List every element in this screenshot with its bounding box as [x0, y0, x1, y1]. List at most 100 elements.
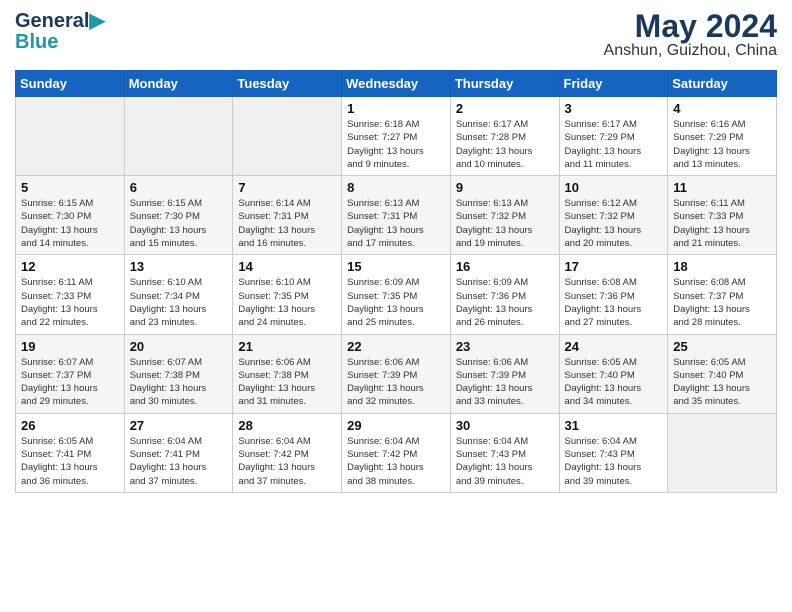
day-number: 9	[456, 180, 554, 195]
col-friday: Friday	[559, 71, 668, 97]
table-row	[16, 97, 125, 176]
col-wednesday: Wednesday	[342, 71, 451, 97]
table-row	[233, 97, 342, 176]
day-number: 21	[238, 339, 336, 354]
page: General▶ Blue May 2024 Anshun, Guizhou, …	[0, 0, 792, 508]
day-number: 24	[565, 339, 663, 354]
table-row: 25 Sunrise: 6:05 AMSunset: 7:40 PMDayligh…	[668, 334, 777, 413]
title-block: May 2024 Anshun, Guizhou, China	[604, 10, 777, 60]
table-row: 29 Sunrise: 6:04 AMSunset: 7:42 PMDayligh…	[342, 413, 451, 492]
table-row: 2 Sunrise: 6:17 AMSunset: 7:28 PMDaylight…	[450, 97, 559, 176]
day-number: 30	[456, 418, 554, 433]
calendar-week-row: 1 Sunrise: 6:18 AMSunset: 7:27 PMDaylight…	[16, 97, 777, 176]
col-saturday: Saturday	[668, 71, 777, 97]
day-info: Sunrise: 6:07 AMSunset: 7:37 PMDaylight:…	[21, 356, 119, 409]
day-info: Sunrise: 6:16 AMSunset: 7:29 PMDaylight:…	[673, 118, 771, 171]
table-row: 10 Sunrise: 6:12 AMSunset: 7:32 PMDayligh…	[559, 176, 668, 255]
day-info: Sunrise: 6:18 AMSunset: 7:27 PMDaylight:…	[347, 118, 445, 171]
day-info: Sunrise: 6:06 AMSunset: 7:39 PMDaylight:…	[347, 356, 445, 409]
day-info: Sunrise: 6:08 AMSunset: 7:36 PMDaylight:…	[565, 276, 663, 329]
table-row: 18 Sunrise: 6:08 AMSunset: 7:37 PMDayligh…	[668, 255, 777, 334]
day-number: 23	[456, 339, 554, 354]
day-info: Sunrise: 6:11 AMSunset: 7:33 PMDaylight:…	[21, 276, 119, 329]
table-row: 13Sunrise: 6:10 AMSunset: 7:34 PMDayligh…	[124, 255, 233, 334]
day-info: Sunrise: 6:06 AMSunset: 7:38 PMDaylight:…	[238, 356, 336, 409]
day-info: Sunrise: 6:13 AMSunset: 7:31 PMDaylight:…	[347, 197, 445, 250]
table-row: 20 Sunrise: 6:07 AMSunset: 7:38 PMDayligh…	[124, 334, 233, 413]
day-info: Sunrise: 6:08 AMSunset: 7:37 PMDaylight:…	[673, 276, 771, 329]
table-row: 6 Sunrise: 6:15 AMSunset: 7:30 PMDaylight…	[124, 176, 233, 255]
calendar-title: May 2024	[604, 10, 777, 42]
col-monday: Monday	[124, 71, 233, 97]
day-info: Sunrise: 6:17 AMSunset: 7:28 PMDaylight:…	[456, 118, 554, 171]
logo: General▶ Blue	[15, 10, 105, 52]
table-row: 21 Sunrise: 6:06 AMSunset: 7:38 PMDayligh…	[233, 334, 342, 413]
day-info: Sunrise: 6:10 AMSunset: 7:34 PMDaylight:…	[130, 276, 228, 329]
day-info: Sunrise: 6:07 AMSunset: 7:38 PMDaylight:…	[130, 356, 228, 409]
calendar-week-row: 19 Sunrise: 6:07 AMSunset: 7:37 PMDayligh…	[16, 334, 777, 413]
day-number: 26	[21, 418, 119, 433]
day-info: Sunrise: 6:12 AMSunset: 7:32 PMDaylight:…	[565, 197, 663, 250]
col-thursday: Thursday	[450, 71, 559, 97]
col-sunday: Sunday	[16, 71, 125, 97]
day-number: 10	[565, 180, 663, 195]
day-number: 6	[130, 180, 228, 195]
table-row: 24 Sunrise: 6:05 AMSunset: 7:40 PMDayligh…	[559, 334, 668, 413]
table-row: 28Sunrise: 6:04 AMSunset: 7:42 PMDayligh…	[233, 413, 342, 492]
day-number: 16	[456, 259, 554, 274]
table-row: 17 Sunrise: 6:08 AMSunset: 7:36 PMDayligh…	[559, 255, 668, 334]
header: General▶ Blue May 2024 Anshun, Guizhou, …	[15, 10, 777, 60]
table-row: 31 Sunrise: 6:04 AMSunset: 7:43 PMDayligh…	[559, 413, 668, 492]
calendar-week-row: 5Sunrise: 6:15 AMSunset: 7:30 PMDaylight…	[16, 176, 777, 255]
day-number: 8	[347, 180, 445, 195]
day-info: Sunrise: 6:17 AMSunset: 7:29 PMDaylight:…	[565, 118, 663, 171]
table-row: 26 Sunrise: 6:05 AMSunset: 7:41 PMDayligh…	[16, 413, 125, 492]
day-number: 3	[565, 101, 663, 116]
day-info: Sunrise: 6:13 AMSunset: 7:32 PMDaylight:…	[456, 197, 554, 250]
table-row: 30 Sunrise: 6:04 AMSunset: 7:43 PMDayligh…	[450, 413, 559, 492]
calendar-week-row: 12 Sunrise: 6:11 AMSunset: 7:33 PMDayligh…	[16, 255, 777, 334]
day-number: 2	[456, 101, 554, 116]
table-row: 15Sunrise: 6:09 AMSunset: 7:35 PMDayligh…	[342, 255, 451, 334]
day-info: Sunrise: 6:06 AMSunset: 7:39 PMDaylight:…	[456, 356, 554, 409]
day-info: Sunrise: 6:05 AMSunset: 7:40 PMDaylight:…	[565, 356, 663, 409]
day-number: 18	[673, 259, 771, 274]
day-number: 25	[673, 339, 771, 354]
table-row: 14Sunrise: 6:10 AMSunset: 7:35 PMDayligh…	[233, 255, 342, 334]
table-row: 8 Sunrise: 6:13 AMSunset: 7:31 PMDaylight…	[342, 176, 451, 255]
table-row: 19 Sunrise: 6:07 AMSunset: 7:37 PMDayligh…	[16, 334, 125, 413]
day-info: Sunrise: 6:04 AMSunset: 7:43 PMDaylight:…	[565, 435, 663, 488]
day-info: Sunrise: 6:14 AMSunset: 7:31 PMDaylight:…	[238, 197, 336, 250]
day-number: 28	[238, 418, 336, 433]
table-row: 5Sunrise: 6:15 AMSunset: 7:30 PMDaylight…	[16, 176, 125, 255]
table-row: 16Sunrise: 6:09 AMSunset: 7:36 PMDayligh…	[450, 255, 559, 334]
table-row: 9 Sunrise: 6:13 AMSunset: 7:32 PMDaylight…	[450, 176, 559, 255]
day-number: 1	[347, 101, 445, 116]
table-row: 1 Sunrise: 6:18 AMSunset: 7:27 PMDaylight…	[342, 97, 451, 176]
day-info: Sunrise: 6:04 AMSunset: 7:42 PMDaylight:…	[347, 435, 445, 488]
day-number: 17	[565, 259, 663, 274]
table-row: 7 Sunrise: 6:14 AMSunset: 7:31 PMDaylight…	[233, 176, 342, 255]
day-number: 29	[347, 418, 445, 433]
calendar-subtitle: Anshun, Guizhou, China	[604, 42, 777, 60]
day-info: Sunrise: 6:04 AMSunset: 7:43 PMDaylight:…	[456, 435, 554, 488]
day-info: Sunrise: 6:05 AMSunset: 7:40 PMDaylight:…	[673, 356, 771, 409]
day-number: 19	[21, 339, 119, 354]
day-number: 20	[130, 339, 228, 354]
table-row: 4 Sunrise: 6:16 AMSunset: 7:29 PMDaylight…	[668, 97, 777, 176]
day-number: 7	[238, 180, 336, 195]
table-row: 12 Sunrise: 6:11 AMSunset: 7:33 PMDayligh…	[16, 255, 125, 334]
day-number: 12	[21, 259, 119, 274]
day-info: Sunrise: 6:05 AMSunset: 7:41 PMDaylight:…	[21, 435, 119, 488]
logo-subtext: Blue	[15, 32, 105, 52]
day-number: 11	[673, 180, 771, 195]
day-number: 4	[673, 101, 771, 116]
table-row	[668, 413, 777, 492]
day-info: Sunrise: 6:15 AMSunset: 7:30 PMDaylight:…	[21, 197, 119, 250]
day-number: 31	[565, 418, 663, 433]
table-row	[124, 97, 233, 176]
table-row: 22Sunrise: 6:06 AMSunset: 7:39 PMDayligh…	[342, 334, 451, 413]
day-info: Sunrise: 6:09 AMSunset: 7:35 PMDaylight:…	[347, 276, 445, 329]
logo-text: General▶	[15, 10, 105, 32]
day-info: Sunrise: 6:15 AMSunset: 7:30 PMDaylight:…	[130, 197, 228, 250]
